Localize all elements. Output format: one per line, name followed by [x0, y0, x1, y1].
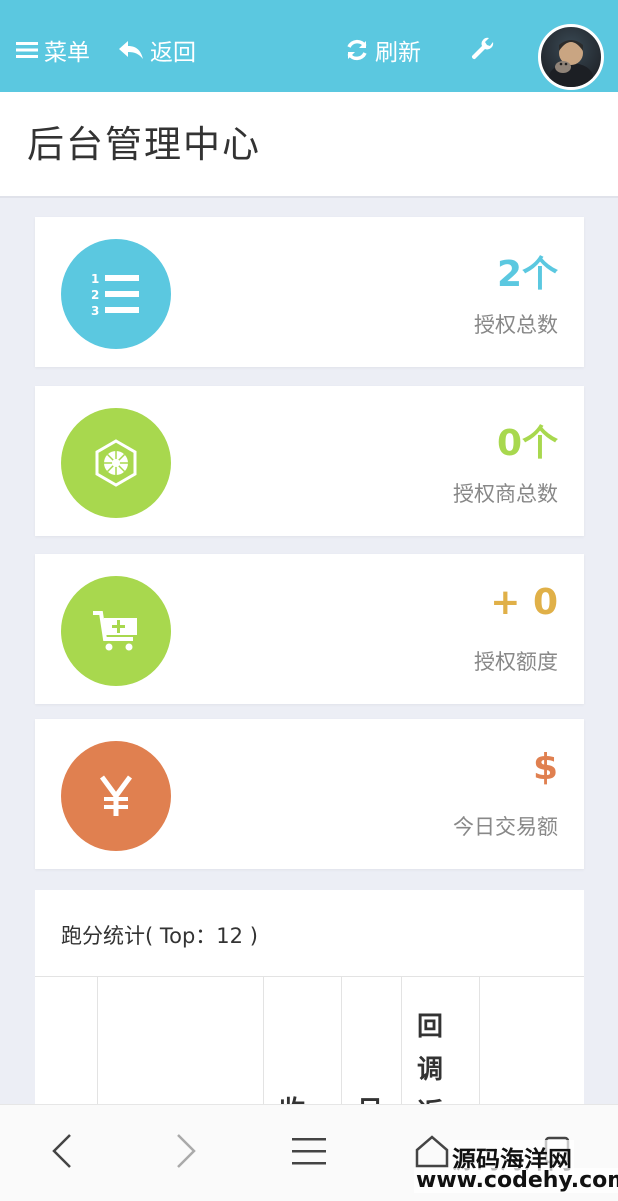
watermark: 源码海洋网 www.codehy.com	[414, 1140, 618, 1200]
stat-card-total-licenses[interactable]: 1 2 3 2个 授权总数	[35, 217, 584, 367]
stat-value: 0个	[496, 423, 558, 464]
chevron-right-icon	[175, 1133, 197, 1173]
divider	[35, 976, 584, 977]
settings-button[interactable]	[470, 8, 502, 92]
cart-plus-icon	[61, 576, 171, 686]
reply-icon	[118, 39, 144, 61]
refresh-button[interactable]: 刷新	[345, 8, 421, 92]
refresh-icon	[345, 38, 369, 62]
top-nav-bar: 菜单 返回 刷新	[0, 8, 618, 92]
page-header: 后台管理中心	[0, 92, 618, 198]
watermark-url: www.codehy.com	[414, 1168, 618, 1193]
wrench-icon	[470, 37, 496, 63]
yen-icon	[61, 741, 171, 851]
browser-forward-button[interactable]	[154, 1105, 218, 1201]
snowflake-badge-icon	[61, 408, 171, 518]
stat-value: 2个	[496, 254, 558, 295]
menu-button[interactable]: 菜单	[16, 8, 90, 92]
user-avatar[interactable]	[538, 24, 604, 90]
ranking-panel: 跑分统计( Top：12 ) 收 日 回调返	[35, 890, 584, 1128]
stat-card-total-resellers[interactable]: 0个 授权商总数	[35, 386, 584, 536]
refresh-label: 刷新	[375, 40, 421, 66]
page-title: 后台管理中心	[27, 123, 261, 166]
chevron-left-icon	[51, 1133, 73, 1173]
table-column-divider	[263, 977, 264, 1105]
table-column-divider	[341, 977, 342, 1105]
menu-label: 菜单	[44, 40, 90, 66]
table-column-divider	[401, 977, 402, 1105]
menu-icon	[16, 41, 38, 59]
panel-title: 跑分统计( Top：12 )	[61, 924, 258, 948]
svg-text:2: 2	[91, 288, 99, 302]
stat-card-today-volume[interactable]: $ 今日交易额	[35, 719, 584, 869]
stat-value: + 0	[490, 582, 558, 623]
back-label: 返回	[150, 40, 196, 66]
browser-menu-button[interactable]	[277, 1105, 341, 1201]
stat-card-license-quota[interactable]: + 0 授权额度	[35, 554, 584, 704]
browser-back-button[interactable]	[30, 1105, 94, 1201]
table-column-divider	[97, 977, 98, 1105]
svg-text:3: 3	[91, 304, 99, 318]
status-bar	[0, 0, 618, 8]
stat-value: $	[532, 747, 558, 788]
list-numbered-icon: 1 2 3	[61, 239, 171, 349]
table-column-divider	[479, 977, 480, 1105]
hamburger-icon	[292, 1136, 326, 1170]
stat-label: 授权额度	[474, 650, 558, 674]
svg-text:1: 1	[91, 272, 99, 286]
stat-label: 授权商总数	[453, 482, 558, 506]
back-button[interactable]: 返回	[118, 8, 196, 92]
stat-label: 授权总数	[474, 313, 558, 337]
stat-label: 今日交易额	[453, 815, 558, 839]
